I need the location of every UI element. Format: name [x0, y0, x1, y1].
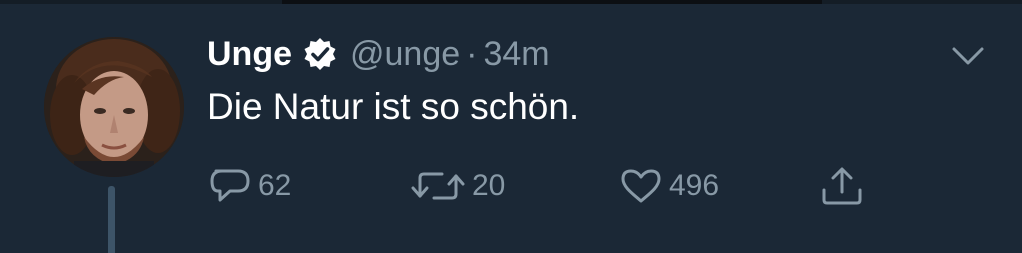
header-separator: ·	[466, 34, 478, 73]
thread-connector-line	[108, 186, 115, 253]
heart-icon	[619, 166, 663, 206]
retweet-button[interactable]: 20	[410, 164, 505, 208]
share-upload-icon	[820, 166, 864, 206]
tweet-timestamp[interactable]: 34m	[483, 35, 549, 74]
display-name[interactable]: Unge	[207, 35, 292, 74]
retweet-arrows-icon	[410, 166, 466, 206]
user-handle[interactable]: @unge	[350, 35, 460, 74]
chevron-down-icon[interactable]	[950, 44, 986, 68]
reply-button[interactable]: 62	[208, 164, 291, 208]
like-button[interactable]: 496	[619, 164, 719, 208]
share-button[interactable]	[820, 164, 864, 208]
tweet-header: Unge @unge · 34m	[207, 32, 550, 76]
avatar-photo	[44, 37, 184, 177]
like-count: 496	[669, 169, 720, 202]
avatar[interactable]	[44, 37, 184, 177]
reply-bubble-icon	[208, 166, 252, 206]
top-edge-dark-segment	[282, 0, 822, 4]
tweet-text: Die Natur ist so schön.	[207, 86, 580, 127]
verified-badge-icon	[302, 36, 338, 72]
retweet-count: 20	[472, 169, 506, 202]
top-edge-strip	[0, 0, 1022, 4]
reply-count: 62	[258, 169, 292, 202]
